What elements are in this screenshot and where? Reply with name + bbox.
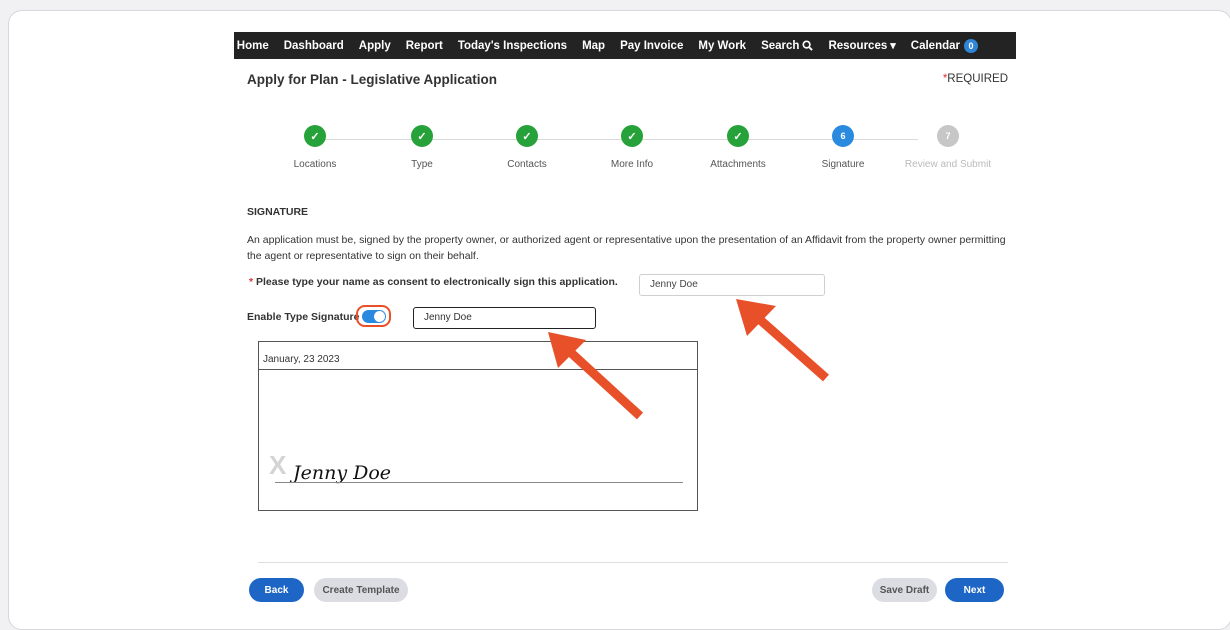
nav-report[interactable]: Report	[406, 40, 443, 52]
progress-stepper: ✓ Locations ✓ Type ✓ Contacts ✓ More Inf…	[240, 125, 1020, 185]
step-attachments[interactable]: ✓ Attachments	[683, 125, 793, 170]
nav-resources-label: Resources	[828, 39, 888, 52]
step-type[interactable]: ✓ Type	[367, 125, 477, 170]
back-button[interactable]: Back	[249, 578, 304, 602]
step-more-info[interactable]: ✓ More Info	[577, 125, 687, 170]
save-draft-button[interactable]: Save Draft	[872, 578, 937, 602]
nav-resources[interactable]: Resources ▾	[828, 39, 896, 53]
step-review-submit[interactable]: 7 Review and Submit	[893, 125, 1003, 170]
arrow-icon	[736, 299, 829, 382]
nav-calendar-label: Calendar	[910, 39, 960, 52]
next-button[interactable]: Next	[945, 578, 1004, 602]
calendar-count-badge: 0	[964, 38, 978, 53]
check-icon: ✓	[411, 125, 433, 147]
required-note: *REQUIRED	[943, 73, 1008, 85]
required-star: *	[249, 276, 254, 288]
nav-home[interactable]: Home	[237, 40, 269, 52]
step-locations[interactable]: ✓ Locations	[260, 125, 370, 170]
nav-pay-invoice[interactable]: Pay Invoice	[620, 40, 683, 52]
signature-baseline	[275, 482, 683, 483]
footer-divider	[258, 562, 1008, 563]
step-number-badge: 7	[937, 125, 959, 147]
check-icon: ✓	[621, 125, 643, 147]
check-icon: ✓	[516, 125, 538, 147]
page-title: Apply for Plan - Legislative Application	[247, 72, 498, 87]
create-template-button[interactable]: Create Template	[314, 578, 408, 602]
nav-calendar[interactable]: Calendar 0	[910, 38, 978, 53]
step-number-badge: 6	[832, 125, 854, 147]
section-title: SIGNATURE	[247, 206, 309, 218]
step-label: Signature	[821, 159, 865, 170]
check-icon: ✓	[727, 125, 749, 147]
nav-dashboard[interactable]: Dashboard	[284, 40, 344, 52]
top-navbar: Home Dashboard Apply Report Today's Insp…	[234, 32, 1016, 59]
step-label: Locations	[293, 159, 337, 170]
check-icon: ✓	[304, 125, 326, 147]
nav-map[interactable]: Map	[582, 40, 605, 52]
arrow-icon	[548, 332, 644, 420]
toggle-knob	[374, 311, 385, 322]
caret-down-icon: ▾	[890, 40, 896, 52]
step-label: Type	[411, 159, 433, 170]
search-icon	[802, 40, 814, 51]
nav-todays-inspections[interactable]: Today's Inspections	[458, 40, 567, 52]
type-signature-input[interactable]: Jenny Doe	[413, 307, 596, 329]
step-label: Review and Submit	[904, 159, 992, 170]
step-signature[interactable]: 6 Signature	[788, 125, 898, 170]
step-contacts[interactable]: ✓ Contacts	[472, 125, 582, 170]
step-label: Contacts	[507, 159, 547, 170]
signature-description: An application must be, signed by the pr…	[247, 234, 1006, 262]
nav-apply[interactable]: Apply	[359, 40, 391, 52]
nav-search[interactable]: Search	[761, 39, 814, 52]
step-label: More Info	[610, 159, 654, 170]
enable-type-signature-label: Enable Type Signature	[247, 311, 360, 323]
screenshot-frame	[8, 10, 1230, 630]
consent-label-text: Please type your name as consent to elec…	[256, 276, 618, 288]
required-text: REQUIRED	[947, 73, 1008, 85]
enable-type-signature-toggle[interactable]	[362, 310, 386, 323]
step-label: Attachments	[710, 159, 766, 170]
consent-label: * Please type your name as consent to el…	[249, 276, 618, 288]
nav-search-label: Search	[761, 39, 800, 52]
signature-rendered-name: Jenny Doe	[293, 462, 392, 484]
nav-my-work[interactable]: My Work	[698, 40, 746, 52]
consent-name-input[interactable]: Jenny Doe	[639, 274, 825, 296]
signature-x-mark: X	[269, 450, 287, 480]
